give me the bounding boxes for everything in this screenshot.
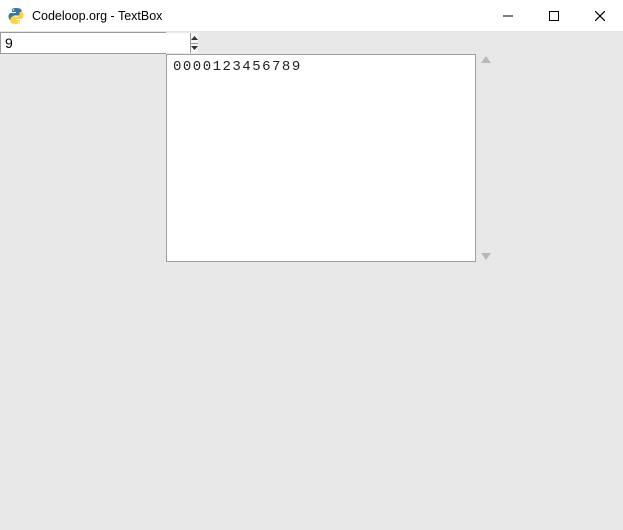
spinbox-up-button[interactable] [191, 33, 198, 44]
titlebar: Codeloop.org - TextBox [0, 0, 623, 32]
textbox-container: 0000123456789 [166, 54, 496, 262]
window-controls [485, 0, 623, 31]
client-area: 0000123456789 [0, 32, 623, 530]
spinbox[interactable] [0, 32, 166, 54]
textbox-scrollbar[interactable] [476, 54, 496, 262]
maximize-button[interactable] [531, 0, 577, 31]
scroll-down-icon[interactable] [481, 253, 491, 260]
close-button[interactable] [577, 0, 623, 31]
scroll-up-icon[interactable] [481, 56, 491, 63]
python-icon [8, 8, 24, 24]
spinbox-down-button[interactable] [191, 44, 198, 54]
minimize-button[interactable] [485, 0, 531, 31]
textbox[interactable]: 0000123456789 [166, 54, 476, 262]
window-title: Codeloop.org - TextBox [32, 9, 485, 23]
spinbox-input[interactable] [1, 33, 190, 53]
spinbox-buttons [190, 33, 198, 53]
